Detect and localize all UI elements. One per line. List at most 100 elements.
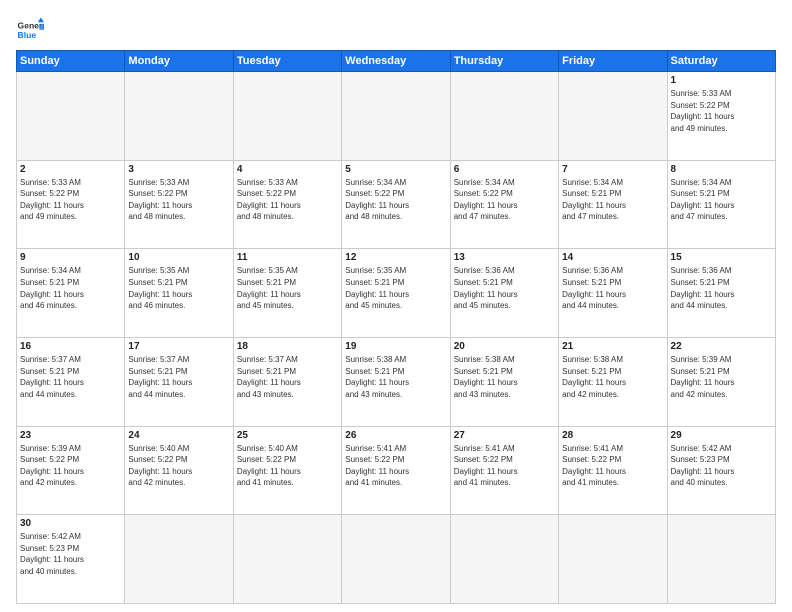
weekday-header-row: SundayMondayTuesdayWednesdayThursdayFrid… <box>17 51 776 72</box>
day-info: Sunrise: 5:33 AM Sunset: 5:22 PM Dayligh… <box>671 88 772 134</box>
day-info: Sunrise: 5:34 AM Sunset: 5:21 PM Dayligh… <box>562 177 663 223</box>
day-info: Sunrise: 5:36 AM Sunset: 5:21 PM Dayligh… <box>671 265 772 311</box>
calendar-cell: 29 Sunrise: 5:42 AM Sunset: 5:23 PM Dayli… <box>667 426 775 515</box>
day-number: 6 <box>454 164 555 175</box>
weekday-header-wednesday: Wednesday <box>342 51 450 72</box>
calendar-cell: 30 Sunrise: 5:42 AM Sunset: 5:23 PM Dayli… <box>17 515 125 604</box>
day-info: Sunrise: 5:34 AM Sunset: 5:22 PM Dayligh… <box>345 177 446 223</box>
day-info: Sunrise: 5:42 AM Sunset: 5:23 PM Dayligh… <box>20 531 121 577</box>
day-info: Sunrise: 5:37 AM Sunset: 5:21 PM Dayligh… <box>20 354 121 400</box>
calendar-cell: 23 Sunrise: 5:39 AM Sunset: 5:22 PM Dayli… <box>17 426 125 515</box>
day-info: Sunrise: 5:40 AM Sunset: 5:22 PM Dayligh… <box>237 443 338 489</box>
calendar-cell <box>125 515 233 604</box>
day-number: 18 <box>237 341 338 352</box>
weekday-header-thursday: Thursday <box>450 51 558 72</box>
svg-text:Blue: Blue <box>18 30 37 40</box>
calendar-cell <box>559 515 667 604</box>
weekday-header-friday: Friday <box>559 51 667 72</box>
day-number: 7 <box>562 164 663 175</box>
calendar-cell: 10Sunrise: 5:35 AM Sunset: 5:21 PM Dayli… <box>125 249 233 338</box>
calendar-cell <box>559 72 667 161</box>
day-number: 3 <box>128 164 229 175</box>
day-number: 24 <box>128 430 229 441</box>
calendar-cell: 20 Sunrise: 5:38 AM Sunset: 5:21 PM Dayli… <box>450 337 558 426</box>
calendar-cell <box>17 72 125 161</box>
calendar-cell: 12 Sunrise: 5:35 AM Sunset: 5:21 PM Dayli… <box>342 249 450 338</box>
generalblue-logo-icon: General Blue <box>16 16 44 44</box>
calendar-cell: 4 Sunrise: 5:33 AM Sunset: 5:22 PM Daylig… <box>233 160 341 249</box>
day-number: 29 <box>671 430 772 441</box>
day-number: 13 <box>454 252 555 263</box>
day-number: 15 <box>671 252 772 263</box>
calendar-cell: 19Sunrise: 5:38 AM Sunset: 5:21 PM Dayli… <box>342 337 450 426</box>
day-info: Sunrise: 5:35 AM Sunset: 5:21 PM Dayligh… <box>128 265 229 311</box>
calendar-cell: 25 Sunrise: 5:40 AM Sunset: 5:22 PM Dayli… <box>233 426 341 515</box>
calendar-cell <box>667 515 775 604</box>
calendar-table: SundayMondayTuesdayWednesdayThursdayFrid… <box>16 50 776 604</box>
day-info: Sunrise: 5:41 AM Sunset: 5:22 PM Dayligh… <box>345 443 446 489</box>
calendar-cell <box>125 72 233 161</box>
day-number: 11 <box>237 252 338 263</box>
day-info: Sunrise: 5:34 AM Sunset: 5:21 PM Dayligh… <box>671 177 772 223</box>
calendar-cell: 5Sunrise: 5:34 AM Sunset: 5:22 PM Daylig… <box>342 160 450 249</box>
day-info: Sunrise: 5:33 AM Sunset: 5:22 PM Dayligh… <box>20 177 121 223</box>
calendar-cell: 3Sunrise: 5:33 AM Sunset: 5:22 PM Daylig… <box>125 160 233 249</box>
calendar-cell: 1 Sunrise: 5:33 AM Sunset: 5:22 PM Daylig… <box>667 72 775 161</box>
calendar-week-row: 1 Sunrise: 5:33 AM Sunset: 5:22 PM Daylig… <box>17 72 776 161</box>
day-info: Sunrise: 5:42 AM Sunset: 5:23 PM Dayligh… <box>671 443 772 489</box>
calendar-cell: 27 Sunrise: 5:41 AM Sunset: 5:22 PM Dayli… <box>450 426 558 515</box>
day-info: Sunrise: 5:39 AM Sunset: 5:21 PM Dayligh… <box>671 354 772 400</box>
day-number: 1 <box>671 75 772 86</box>
day-info: Sunrise: 5:36 AM Sunset: 5:21 PM Dayligh… <box>562 265 663 311</box>
day-number: 12 <box>345 252 446 263</box>
day-info: Sunrise: 5:38 AM Sunset: 5:21 PM Dayligh… <box>454 354 555 400</box>
day-info: Sunrise: 5:34 AM Sunset: 5:22 PM Dayligh… <box>454 177 555 223</box>
calendar-cell: 16 Sunrise: 5:37 AM Sunset: 5:21 PM Dayli… <box>17 337 125 426</box>
day-info: Sunrise: 5:35 AM Sunset: 5:21 PM Dayligh… <box>345 265 446 311</box>
day-info: Sunrise: 5:37 AM Sunset: 5:21 PM Dayligh… <box>237 354 338 400</box>
day-number: 27 <box>454 430 555 441</box>
day-info: Sunrise: 5:37 AM Sunset: 5:21 PM Dayligh… <box>128 354 229 400</box>
day-info: Sunrise: 5:41 AM Sunset: 5:22 PM Dayligh… <box>562 443 663 489</box>
calendar-cell <box>342 515 450 604</box>
day-number: 4 <box>237 164 338 175</box>
day-info: Sunrise: 5:33 AM Sunset: 5:22 PM Dayligh… <box>237 177 338 223</box>
calendar-cell: 26Sunrise: 5:41 AM Sunset: 5:22 PM Dayli… <box>342 426 450 515</box>
day-number: 28 <box>562 430 663 441</box>
calendar-cell <box>450 72 558 161</box>
calendar-cell: 22Sunrise: 5:39 AM Sunset: 5:21 PM Dayli… <box>667 337 775 426</box>
day-info: Sunrise: 5:38 AM Sunset: 5:21 PM Dayligh… <box>562 354 663 400</box>
day-number: 8 <box>671 164 772 175</box>
day-number: 16 <box>20 341 121 352</box>
calendar-cell: 11Sunrise: 5:35 AM Sunset: 5:21 PM Dayli… <box>233 249 341 338</box>
day-info: Sunrise: 5:41 AM Sunset: 5:22 PM Dayligh… <box>454 443 555 489</box>
calendar-cell <box>233 72 341 161</box>
day-info: Sunrise: 5:39 AM Sunset: 5:22 PM Dayligh… <box>20 443 121 489</box>
calendar-week-row: 23 Sunrise: 5:39 AM Sunset: 5:22 PM Dayli… <box>17 426 776 515</box>
calendar-cell: 7 Sunrise: 5:34 AM Sunset: 5:21 PM Daylig… <box>559 160 667 249</box>
day-info: Sunrise: 5:36 AM Sunset: 5:21 PM Dayligh… <box>454 265 555 311</box>
calendar-cell: 2 Sunrise: 5:33 AM Sunset: 5:22 PM Daylig… <box>17 160 125 249</box>
calendar-week-row: 30 Sunrise: 5:42 AM Sunset: 5:23 PM Dayli… <box>17 515 776 604</box>
calendar-cell: 13 Sunrise: 5:36 AM Sunset: 5:21 PM Dayli… <box>450 249 558 338</box>
calendar-cell: 6 Sunrise: 5:34 AM Sunset: 5:22 PM Daylig… <box>450 160 558 249</box>
weekday-header-tuesday: Tuesday <box>233 51 341 72</box>
day-number: 14 <box>562 252 663 263</box>
day-number: 23 <box>20 430 121 441</box>
day-number: 20 <box>454 341 555 352</box>
day-number: 9 <box>20 252 121 263</box>
weekday-header-saturday: Saturday <box>667 51 775 72</box>
calendar-cell: 17Sunrise: 5:37 AM Sunset: 5:21 PM Dayli… <box>125 337 233 426</box>
day-info: Sunrise: 5:38 AM Sunset: 5:21 PM Dayligh… <box>345 354 446 400</box>
calendar-week-row: 9Sunrise: 5:34 AM Sunset: 5:21 PM Daylig… <box>17 249 776 338</box>
page: General Blue SundayMondayTuesdayWednesda… <box>0 0 792 612</box>
logo: General Blue <box>16 12 44 44</box>
calendar-cell <box>233 515 341 604</box>
header: General Blue <box>16 12 776 44</box>
day-number: 25 <box>237 430 338 441</box>
day-number: 30 <box>20 518 121 529</box>
calendar-cell: 9Sunrise: 5:34 AM Sunset: 5:21 PM Daylig… <box>17 249 125 338</box>
day-info: Sunrise: 5:40 AM Sunset: 5:22 PM Dayligh… <box>128 443 229 489</box>
day-number: 2 <box>20 164 121 175</box>
calendar-cell <box>450 515 558 604</box>
